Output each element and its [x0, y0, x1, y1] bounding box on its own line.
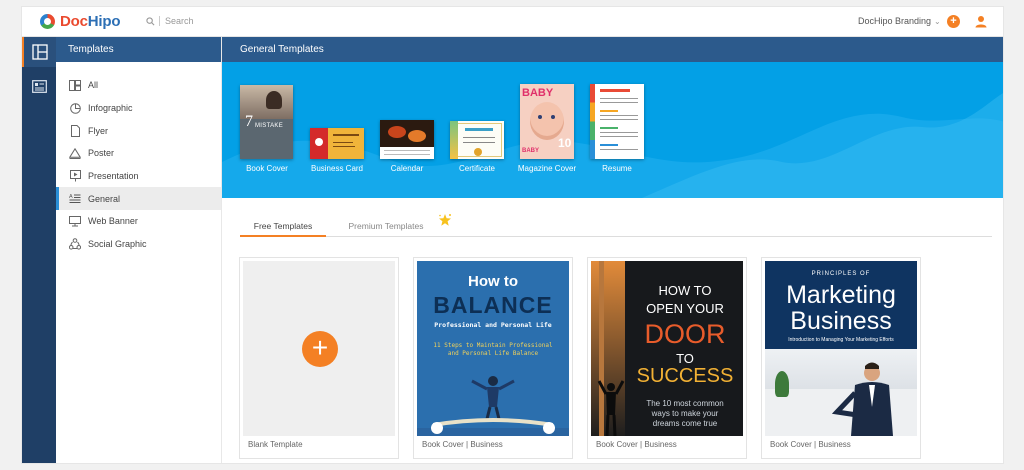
add-plus-button[interactable]: + — [302, 331, 338, 367]
resume-thumbnail — [590, 84, 644, 159]
tab-premium-templates[interactable]: Premium Templates — [336, 215, 436, 237]
template-types-banner: 7 MISTAKE Book Cover Business Card Calen… — [222, 62, 1003, 198]
card-caption: Blank Template — [248, 440, 303, 449]
category-web-banner[interactable]: Web Banner — [56, 210, 221, 233]
template-card[interactable]: PRINCIPLES OF Marketing Business Introdu… — [761, 257, 921, 459]
search-input[interactable]: Search — [165, 16, 194, 26]
branding-dropdown[interactable]: DocHipo Branding ⌄ — [858, 16, 941, 26]
category-label: Social Graphic — [88, 239, 147, 250]
search-icon — [146, 16, 155, 25]
blank-template-card[interactable]: + Blank Template — [239, 257, 399, 459]
user-icon[interactable] — [975, 15, 987, 28]
category-list: All Infographic Flyer Poster Presentatio… — [56, 74, 221, 256]
category-label: Presentation — [88, 171, 139, 182]
card-caption: Book Cover | Business — [422, 440, 503, 449]
monitor-icon — [69, 215, 81, 227]
template-card[interactable]: HOW TO OPEN YOUR DOOR TO SUCCESS The 10 … — [587, 257, 747, 459]
templates-sidebar: Templates All Infographic Flyer Poster P… — [56, 37, 222, 463]
rail-templates-button[interactable] — [22, 37, 56, 67]
template-type-label: Magazine Cover — [517, 164, 577, 173]
card-caption: Book Cover | Business — [770, 440, 851, 449]
category-social-graphic[interactable]: Social Graphic — [56, 233, 221, 256]
book-cover-marketing-preview: PRINCIPLES OF Marketing Business Introdu… — [765, 261, 917, 436]
top-bar: DocHipo Search DocHipo Branding ⌄ + — [22, 7, 1003, 37]
pie-chart-icon — [69, 102, 81, 114]
app-window: DocHipo Search DocHipo Branding ⌄ + Temp… — [21, 6, 1004, 464]
book-cover-balance-preview: How to BALANCE Professional and Personal… — [417, 261, 569, 436]
social-graphic-icon — [69, 238, 81, 250]
book-cover-thumbnail: 7 MISTAKE — [240, 85, 293, 159]
templates-layout-icon — [32, 44, 48, 60]
premium-star-icon — [439, 214, 451, 226]
category-all[interactable]: All — [56, 74, 221, 97]
main-panel: General Templates 7 MISTAKE Book Cover B… — [222, 37, 1003, 463]
general-doc-icon: A — [69, 194, 81, 204]
calendar-thumbnail — [380, 120, 434, 159]
search-box[interactable]: Search — [146, 16, 194, 26]
magazine-cover-thumbnail: BABY 10 BABY — [520, 84, 574, 159]
category-label: All — [88, 80, 99, 91]
grid-icon — [69, 79, 81, 91]
tab-free-templates[interactable]: Free Templates — [240, 215, 326, 237]
category-label: Infographic — [88, 103, 133, 114]
sidebar-title: Templates — [56, 37, 221, 62]
category-poster[interactable]: Poster — [56, 142, 221, 165]
main-title: General Templates — [222, 37, 1003, 62]
certificate-thumbnail — [450, 121, 504, 159]
logo-text: DocHipo — [60, 13, 121, 30]
card-caption: Book Cover | Business — [596, 440, 677, 449]
category-label: Poster — [88, 148, 115, 159]
template-type-label: Certificate — [458, 164, 495, 173]
template-card[interactable]: How to BALANCE Professional and Personal… — [413, 257, 573, 459]
search-divider — [159, 16, 160, 26]
category-presentation[interactable]: Presentation — [56, 165, 221, 188]
category-general[interactable]: A General — [56, 187, 221, 211]
logo-mark-icon — [40, 14, 55, 29]
blank-template-preview: + — [243, 261, 395, 436]
svg-text:A: A — [69, 194, 73, 200]
category-label: General — [88, 193, 121, 204]
category-flyer[interactable]: Flyer — [56, 119, 221, 142]
template-tabs: Free Templates Premium Templates — [240, 214, 992, 237]
flyer-icon — [70, 124, 80, 137]
dochipo-logo[interactable]: DocHipo — [40, 13, 120, 30]
chevron-down-icon: ⌄ — [934, 16, 941, 26]
documents-icon — [31, 79, 47, 93]
template-type-label: Resume — [602, 164, 632, 173]
poster-icon — [69, 147, 81, 159]
rail-documents-button[interactable] — [22, 71, 56, 101]
left-icon-rail — [22, 37, 56, 463]
create-plus-button[interactable]: + — [947, 15, 960, 28]
category-label: Flyer — [88, 125, 108, 136]
branding-label: DocHipo Branding — [858, 16, 932, 26]
category-label: Web Banner — [88, 216, 138, 227]
book-cover-door-preview: HOW TO OPEN YOUR DOOR TO SUCCESS The 10 … — [591, 261, 743, 436]
template-type-label: Calendar — [390, 164, 424, 173]
business-card-thumbnail — [310, 128, 364, 159]
template-type-label: Book Cover — [246, 164, 288, 173]
presentation-icon — [69, 170, 81, 182]
category-infographic[interactable]: Infographic — [56, 97, 221, 120]
template-type-label: Business Card — [310, 164, 364, 173]
